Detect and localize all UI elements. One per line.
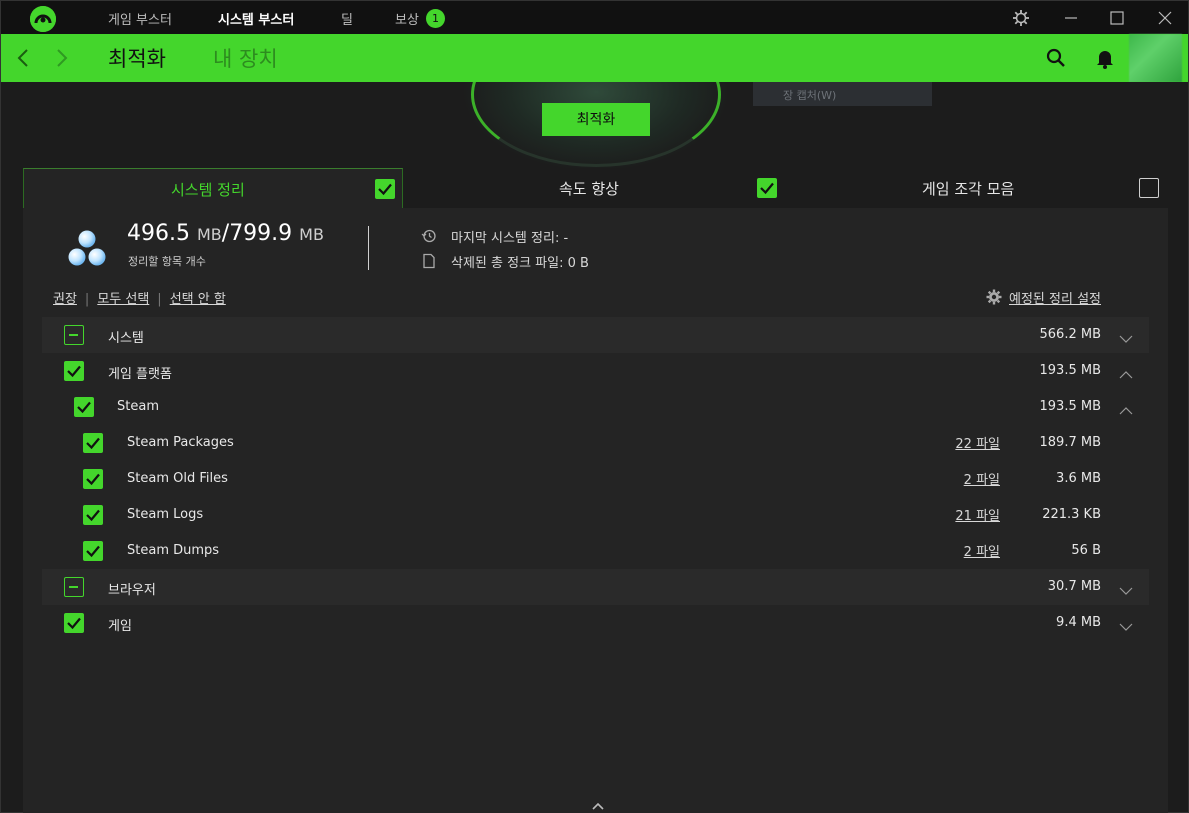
list-item-steam-old-files[interactable]: Steam Old Files 2 파일 3.6 MB [42, 461, 1149, 497]
bubbles-icon [67, 230, 107, 268]
game-defrag-checkbox[interactable] [1139, 178, 1159, 198]
row-file-count-link[interactable]: 21 파일 [955, 505, 1000, 524]
tab-system-booster[interactable]: 시스템 부스터 [218, 9, 294, 28]
row-label: Steam Old Files [127, 471, 228, 486]
section-tabs: 시스템 정리 속도 향상 게임 조각 모음 [23, 168, 1168, 208]
list-item-system[interactable]: 시스템 566.2 MB [42, 317, 1149, 353]
row-checkbox[interactable] [64, 361, 84, 381]
chevron-up-icon[interactable] [1119, 401, 1133, 415]
chevron-down-icon[interactable] [1119, 581, 1133, 595]
row-size: 56 B [1071, 543, 1101, 558]
file-icon [421, 253, 437, 269]
row-label: Steam [117, 399, 159, 414]
row-label: Steam Logs [127, 507, 204, 522]
select-all-link[interactable]: 모두 선택 [97, 292, 149, 307]
row-label: Steam Packages [127, 435, 234, 450]
app-window: 게임 부스터 시스템 부스터 딜 보상 1 최적화 내 장치 장 캡처(W) 최… [0, 0, 1189, 813]
search-icon[interactable] [1045, 47, 1067, 69]
tab-label: 시스템 정리 [171, 181, 245, 199]
row-checkbox[interactable] [64, 325, 84, 345]
row-label: Steam Dumps [127, 543, 220, 558]
chevron-down-icon[interactable] [1119, 329, 1133, 343]
row-size: 193.5 MB [1039, 363, 1101, 378]
tab-game-defrag[interactable]: 게임 조각 모음 [785, 168, 1168, 208]
tab-my-devices[interactable]: 내 장치 [213, 43, 278, 73]
list-item-games[interactable]: 게임 9.4 MB [42, 605, 1149, 641]
context-menu-fragment: 장 캡처(W) [753, 82, 932, 106]
row-checkbox[interactable] [83, 541, 103, 561]
system-cleanup-checkbox[interactable] [375, 179, 395, 199]
back-arrow-icon[interactable] [14, 46, 34, 70]
row-size: 3.6 MB [1056, 471, 1101, 486]
cleanup-panel: 496.5 MB/799.9 MB 정리할 항목 개수 마지막 시스템 정리: … [23, 208, 1168, 813]
row-size: 193.5 MB [1039, 399, 1101, 414]
forward-arrow-icon[interactable] [51, 46, 71, 70]
hero-area: 장 캡처(W) 최적화 [1, 82, 1188, 168]
speed-up-checkbox[interactable] [757, 178, 777, 198]
list-item-game-platforms[interactable]: 게임 플랫폼 193.5 MB [42, 353, 1149, 389]
tab-label: 속도 향상 [559, 180, 619, 198]
chevron-up-icon[interactable] [1119, 365, 1133, 379]
tab-game-booster[interactable]: 게임 부스터 [108, 9, 172, 28]
row-file-count-link[interactable]: 2 파일 [964, 541, 1000, 560]
row-checkbox[interactable] [64, 613, 84, 633]
tab-optimize[interactable]: 최적화 [108, 43, 166, 73]
row-checkbox[interactable] [74, 397, 94, 417]
history-icon [421, 228, 437, 244]
app-logo-icon [30, 6, 56, 32]
row-checkbox[interactable] [83, 433, 103, 453]
row-size: 30.7 MB [1047, 579, 1101, 594]
list-item-steam-dumps[interactable]: Steam Dumps 2 파일 56 B [42, 533, 1149, 569]
list-item-steam[interactable]: Steam 193.5 MB [42, 389, 1149, 425]
row-checkbox[interactable] [64, 577, 84, 597]
row-label: 게임 [108, 619, 132, 634]
row-checkbox[interactable] [83, 505, 103, 525]
cleanable-total: 496.5 MB/799.9 MB [127, 221, 324, 246]
row-label: 시스템 [108, 331, 144, 346]
select-none-link[interactable]: 선택 안 함 [170, 292, 226, 307]
cleanable-label: 정리할 항목 개수 [128, 255, 206, 268]
avatar[interactable] [1129, 34, 1182, 82]
recommended-link[interactable]: 권장 [53, 292, 77, 307]
gear-icon[interactable] [985, 288, 1003, 306]
optimize-button[interactable]: 최적화 [542, 103, 650, 136]
row-size: 189.7 MB [1039, 435, 1101, 450]
maximize-icon[interactable] [1106, 7, 1128, 29]
section-header: 최적화 내 장치 [1, 34, 1188, 82]
bell-icon[interactable] [1094, 47, 1116, 69]
tab-rewards[interactable]: 보상 [395, 9, 419, 28]
row-size: 221.3 KB [1042, 507, 1101, 522]
tab-system-cleanup[interactable]: 시스템 정리 [23, 168, 403, 208]
selection-links: 권장 | 모두 선택 | 선택 안 함 [53, 292, 226, 307]
row-label: 게임 플랫폼 [108, 367, 172, 382]
scroll-up-icon[interactable] [591, 796, 605, 810]
chevron-down-icon[interactable] [1119, 617, 1133, 631]
tab-label: 게임 조각 모음 [922, 180, 1015, 198]
row-label: 브라우저 [108, 583, 156, 598]
list-item-steam-packages[interactable]: Steam Packages 22 파일 189.7 MB [42, 425, 1149, 461]
close-icon[interactable] [1154, 7, 1176, 29]
title-bar: 게임 부스터 시스템 부스터 딜 보상 1 [1, 1, 1188, 34]
row-size: 566.2 MB [1039, 327, 1101, 342]
rewards-badge: 1 [426, 9, 445, 28]
minimize-icon[interactable] [1060, 7, 1082, 29]
row-size: 9.4 MB [1056, 615, 1101, 630]
row-file-count-link[interactable]: 22 파일 [955, 433, 1000, 452]
list-item-browser[interactable]: 브라우저 30.7 MB [42, 569, 1149, 605]
divider [368, 226, 369, 270]
row-checkbox[interactable] [83, 469, 103, 489]
tab-deals[interactable]: 딜 [341, 9, 353, 28]
row-file-count-link[interactable]: 2 파일 [964, 469, 1000, 488]
list-item-steam-logs[interactable]: Steam Logs 21 파일 221.3 KB [42, 497, 1149, 533]
scheduled-cleanup-link[interactable]: 예정된 정리 설정 [1009, 288, 1101, 307]
gear-icon[interactable] [1010, 7, 1032, 29]
tab-speed-up[interactable]: 속도 향상 [403, 168, 785, 208]
